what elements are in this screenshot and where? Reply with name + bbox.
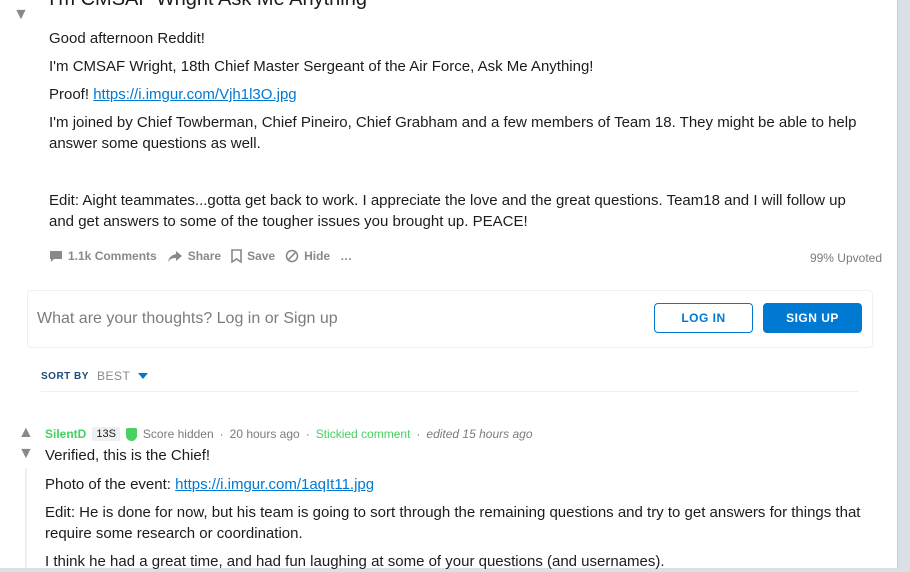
login-button[interactable]: LOG IN bbox=[654, 303, 753, 333]
share-button[interactable]: Share bbox=[167, 249, 221, 263]
save-label: Save bbox=[247, 249, 276, 263]
post-body-line: Good afternoon Reddit! bbox=[49, 30, 205, 47]
dot-separator: · bbox=[305, 427, 310, 441]
post-edit-note: Edit: Aight teammates...gotta get back t… bbox=[49, 192, 846, 230]
share-icon bbox=[167, 250, 182, 262]
comments-button[interactable]: 1.1k Comments bbox=[49, 249, 157, 263]
signup-button[interactable]: SIGN UP bbox=[763, 303, 862, 333]
post-body-line: I'm CMSAF Wright, 18th Chief Master Serg… bbox=[49, 58, 594, 75]
stickied-label: Stickied comment bbox=[315, 427, 411, 441]
divider bbox=[41, 391, 858, 392]
comment-username[interactable]: SilentD bbox=[45, 427, 86, 441]
moderator-shield-icon bbox=[125, 427, 137, 441]
photo-link[interactable]: https://i.imgur.com/1aqIt11.jpg bbox=[175, 476, 374, 493]
chevron-down-icon[interactable] bbox=[138, 373, 149, 379]
score-status: Score hidden bbox=[142, 427, 214, 441]
sort-value[interactable]: BEST bbox=[97, 369, 130, 383]
bookmark-icon bbox=[231, 249, 242, 263]
proof-label: Proof! bbox=[49, 86, 90, 103]
post-action-bar: 1.1k Comments Share Save Hide … bbox=[49, 249, 352, 263]
comment-body-line: I think he had a great time, and had fun… bbox=[45, 553, 665, 570]
post-body-line: I'm joined by Chief Towberman, Chief Pin… bbox=[49, 114, 857, 152]
downvote-arrow-icon[interactable]: ▼ bbox=[13, 7, 29, 23]
photo-label: Photo of the event: bbox=[45, 476, 171, 493]
save-button[interactable]: Save bbox=[231, 249, 275, 263]
hide-label: Hide bbox=[304, 249, 331, 263]
hide-icon bbox=[285, 249, 299, 263]
post-body-proof: Proof! https://i.imgur.com/Vjh1l3O.jpg bbox=[49, 84, 859, 105]
user-flair: 13S bbox=[92, 427, 120, 441]
proof-link[interactable]: https://i.imgur.com/Vjh1l3O.jpg bbox=[93, 86, 296, 103]
comment-icon bbox=[50, 250, 62, 262]
downvote-arrow-icon[interactable]: ▼ bbox=[18, 446, 34, 462]
post-card: ▼ I'm CMSAF Wright Ask Me Anything Good … bbox=[0, 0, 898, 570]
dot-separator: · bbox=[219, 427, 224, 441]
hide-button[interactable]: Hide bbox=[285, 249, 330, 263]
edited-label: edited 15 hours ago bbox=[426, 427, 533, 441]
comment-meta: SilentD 13S Score hidden · 20 hours ago … bbox=[45, 427, 533, 441]
sort-bar[interactable]: SORT BY BEST bbox=[41, 369, 149, 383]
comment-box-placeholder: What are your thoughts? Log in or Sign u… bbox=[37, 310, 338, 327]
comments-label: 1.1k Comments bbox=[68, 249, 157, 263]
comment-time[interactable]: 20 hours ago bbox=[230, 427, 300, 441]
comment-body-line: Verified, this is the Chief! bbox=[45, 447, 211, 464]
thread-line[interactable] bbox=[25, 468, 27, 568]
comment-photo-line: Photo of the event: https://i.imgur.com/… bbox=[45, 474, 865, 495]
post-title[interactable]: I'm CMSAF Wright Ask Me Anything bbox=[49, 0, 367, 11]
share-label: Share bbox=[187, 249, 222, 263]
dot-separator: · bbox=[416, 427, 421, 441]
comment-box: What are your thoughts? Log in or Sign u… bbox=[27, 290, 873, 348]
upvote-ratio: 99% Upvoted bbox=[809, 251, 882, 265]
sort-label: SORT BY bbox=[41, 370, 89, 382]
upvote-arrow-icon[interactable]: ▲ bbox=[18, 425, 34, 441]
more-options-icon[interactable]: … bbox=[340, 249, 352, 263]
comment-body-line: Edit: He is done for now, but his team i… bbox=[45, 504, 861, 542]
